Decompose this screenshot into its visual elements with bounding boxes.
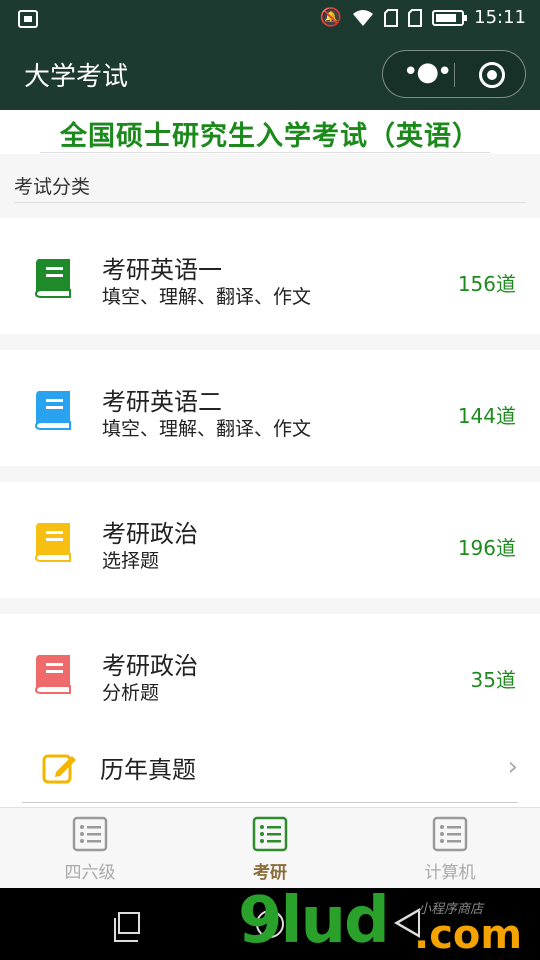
battery-icon	[432, 9, 468, 26]
book-icon	[34, 391, 71, 430]
status-time: 15:11	[474, 7, 526, 28]
banner-divider	[40, 152, 490, 153]
status-icons: 🔕 15:11	[320, 7, 526, 28]
sim-icon	[384, 8, 399, 27]
tab-label: 考研	[253, 863, 287, 883]
tab-label: 四六级	[64, 863, 116, 883]
edit-icon	[42, 754, 76, 784]
list-icon	[432, 816, 468, 852]
chevron-right-icon: ›	[507, 752, 518, 782]
exam-card-english-1[interactable]: 考研英语一 填空、理解、翻译、作文 156道	[0, 218, 540, 334]
back-icon[interactable]	[394, 908, 420, 938]
exam-card-english-2[interactable]: 考研英语二 填空、理解、翻译、作文 144道	[0, 350, 540, 466]
target-circle-icon[interactable]	[479, 62, 505, 88]
exam-name: 考研政治	[102, 520, 198, 548]
exam-name: 考研英语二	[102, 388, 222, 416]
main-content: 全国硕士研究生入学考试（英语） 考试分类 考研英语一 填空、理解、翻译、作文 1…	[0, 110, 540, 807]
status-bar: 🔕 15:11	[0, 0, 540, 38]
more-dots-icon[interactable]: •●•	[403, 59, 452, 87]
exam-desc: 选择题	[102, 550, 160, 572]
section-header: 考试分类	[0, 162, 540, 204]
system-nav-bar	[0, 888, 540, 960]
exam-desc: 填空、理解、翻译、作文	[102, 286, 312, 308]
page-title: 大学考试	[24, 62, 129, 92]
screenshot-icon	[18, 10, 38, 28]
section-label: 考试分类	[14, 176, 91, 198]
tab-bar: 四六级 考研 计算机	[0, 807, 540, 888]
home-icon[interactable]	[256, 910, 284, 938]
tab-postgrad[interactable]: 考研	[180, 816, 360, 886]
book-icon	[34, 259, 71, 298]
banner: 全国硕士研究生入学考试（英语）	[0, 110, 540, 154]
sim-icon	[408, 8, 423, 27]
wifi-icon	[353, 9, 374, 26]
exam-name: 考研政治	[102, 652, 198, 680]
list-icon	[72, 816, 108, 852]
tab-label: 计算机	[424, 863, 476, 883]
capsule-divider	[454, 63, 455, 87]
exam-desc: 分析题	[102, 682, 160, 704]
recents-icon[interactable]	[114, 912, 140, 942]
section-divider	[14, 202, 526, 203]
book-icon	[34, 523, 71, 562]
banner-title: 全国硕士研究生入学考试（英语）	[60, 121, 480, 152]
past-papers-label: 历年真题	[100, 756, 196, 784]
past-papers-row[interactable]: 历年真题 ›	[0, 730, 540, 807]
book-icon	[34, 655, 71, 694]
exam-count: 196道	[457, 536, 516, 560]
exam-card-politics-analysis[interactable]: 考研政治 分析题 35道	[0, 614, 540, 730]
list-icon	[252, 816, 288, 852]
exam-count: 144道	[457, 404, 516, 428]
mini-program-capsule: •●•	[382, 50, 526, 98]
exam-count: 156道	[457, 272, 516, 296]
tab-cet[interactable]: 四六级	[0, 816, 180, 886]
exam-desc: 填空、理解、翻译、作文	[102, 418, 312, 440]
exam-name: 考研英语一	[102, 256, 222, 284]
exam-card-politics-choice[interactable]: 考研政治 选择题 196道	[0, 482, 540, 598]
row-divider	[22, 802, 518, 803]
app-header: 大学考试 •●•	[0, 38, 540, 110]
bell-off-icon: 🔕	[319, 7, 343, 28]
exam-count: 35道	[470, 668, 516, 692]
tab-computer[interactable]: 计算机	[360, 816, 540, 886]
